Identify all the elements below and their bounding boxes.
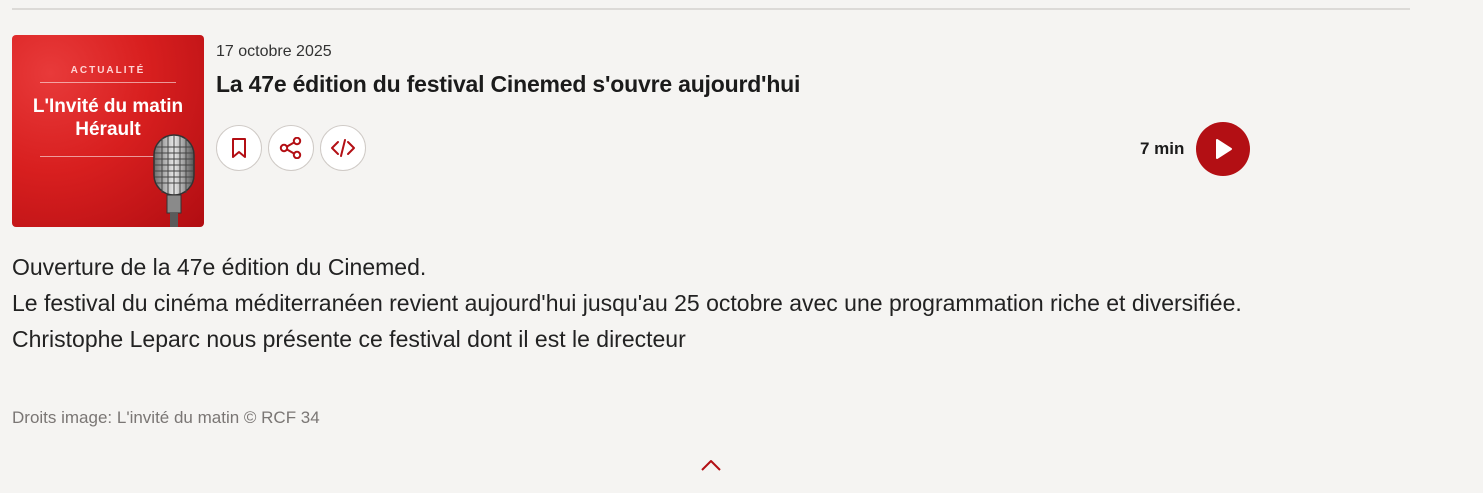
cover-tag: ACTUALITÉ [70, 65, 146, 76]
description-line: Ouverture de la 47e édition du Cinemed. [12, 254, 427, 280]
image-credit: Droits image: L'invité du matin © RCF 34 [12, 408, 320, 427]
episode-duration: 7 min [1140, 139, 1185, 158]
episode-actions [216, 125, 366, 171]
bookmark-button[interactable] [216, 125, 262, 171]
cover-title-line1: L'Invité du matin [32, 96, 184, 117]
play-button[interactable] [1196, 122, 1251, 176]
description-line: Christophe Leparc nous présente ce festi… [12, 326, 686, 352]
episode-cover-image[interactable]: ACTUALITÉ L'Invité du matin Hérault [12, 35, 204, 227]
share-icon [279, 137, 302, 159]
description-line: Le festival du cinéma méditerranéen revi… [12, 290, 1242, 316]
embed-button[interactable] [320, 125, 366, 171]
episode-date: 17 octobre 2025 [216, 43, 332, 60]
episode-player: 7 min [1140, 122, 1251, 176]
share-button[interactable] [268, 125, 314, 171]
episode-description: Ouverture de la 47e édition du Cinemed. … [12, 249, 1272, 357]
collapse-button[interactable] [699, 456, 723, 474]
play-icon [1216, 139, 1233, 159]
episode-meta: 17 octobre 2025 La 47e édition du festiv… [216, 43, 1266, 98]
code-icon [331, 139, 355, 157]
bookmark-icon [232, 138, 246, 158]
episode-title[interactable]: La 47e édition du festival Cinemed s'ouv… [216, 71, 1266, 98]
page: ACTUALITÉ L'Invité du matin Hérault 17 o… [0, 0, 1483, 493]
cover-rule-top [40, 82, 176, 83]
chevron-up-icon [701, 460, 721, 471]
divider [12, 8, 1410, 10]
microphone-icon [153, 134, 195, 227]
